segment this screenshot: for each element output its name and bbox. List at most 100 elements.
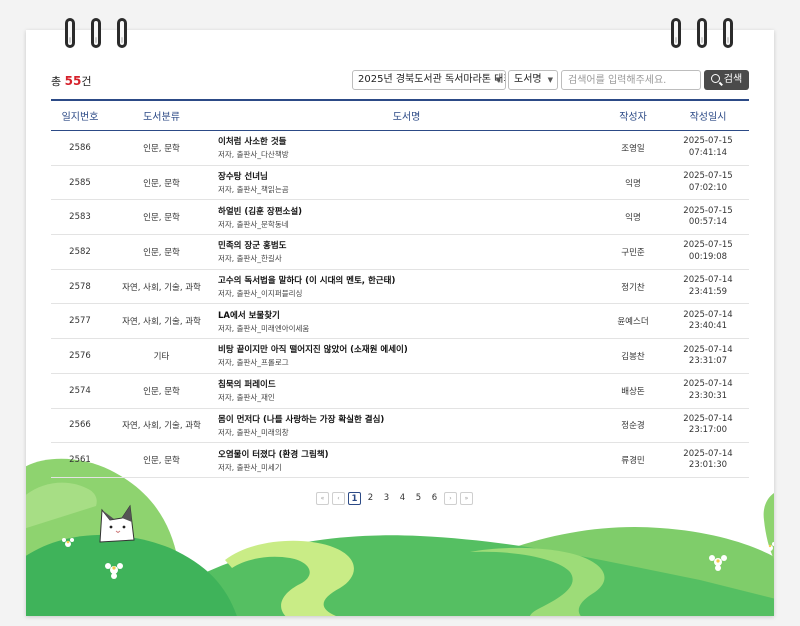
header-writer[interactable]: 작성자	[599, 99, 667, 131]
table-row[interactable]: 2577 자연, 사회, 기술, 과학 LA에서 보물찾기 저자, 출판사_미래엔아이…	[51, 303, 749, 340]
written-date: 2025-07-14	[683, 379, 733, 390]
header-category[interactable]: 도서분류	[109, 99, 214, 131]
header-date[interactable]: 작성일시	[667, 99, 749, 131]
book-cell[interactable]: 침묵의 퍼레이드저자, 출판사_재인	[214, 373, 599, 409]
written-date: 2025-07-14	[683, 275, 733, 286]
written-datetime: 2025-07-15 07:41:14	[667, 130, 749, 166]
total-suffix: 건	[81, 75, 92, 88]
written-time: 23:17:00	[688, 425, 728, 436]
table-header-row: 일지번호 도서분류 도서명 작성자 작성일시	[51, 99, 749, 131]
writer-name: 배상돈	[599, 373, 667, 409]
book-meta: 저자, 출판사_문학동네	[218, 219, 289, 229]
table-row[interactable]: 2585 인문, 문학 장수탕 선녀님 저자, 출판사_책읽는곰 익명 2025-07-1…	[51, 165, 749, 201]
written-datetime: 2025-07-14 23:01:30	[667, 442, 749, 478]
contest-select-value: 2025년 경북도서관 독서마라톤 대회	[358, 74, 506, 85]
written-date: 2025-07-14	[683, 413, 733, 424]
search-button[interactable]: 검색	[704, 70, 749, 90]
written-time: 23:41:59	[688, 286, 728, 297]
book-title-link[interactable]: LA에서 보물찾기	[218, 309, 599, 321]
calendar-ring-icon	[671, 18, 681, 48]
search-field-select[interactable]: 도서명 ▼	[508, 70, 558, 90]
book-cell[interactable]: 오염물이 터졌다 (환경 그림책) 저자, 출판사_미세기	[214, 442, 599, 478]
book-cell[interactable]: 몸이 먼저다 (나를 사랑하는 가장 확실한 결심) 저자, 출판사_미래의창	[214, 408, 599, 444]
book-meta: 저자, 출판사_재인	[218, 393, 275, 403]
calendar-ring-icon	[697, 18, 707, 48]
log-number: 2561	[51, 442, 109, 478]
book-cell[interactable]: 하얼빈 (김훈 장편소설) 저자, 출판사_문학동네	[214, 199, 599, 236]
book-category: 기타	[109, 338, 214, 374]
page-2-button[interactable]: 2	[364, 492, 377, 505]
contest-select[interactable]: 2025년 경북도서관 독서마라톤 대회 ▼	[352, 70, 506, 90]
book-category: 인문, 문학	[109, 130, 214, 166]
chevron-down-icon: ▼	[495, 76, 501, 84]
book-cell[interactable]: 고수의 독서법을 말하다 (이 시대의 멘토, 한근태) 저자, 출판사_이지퍼블…	[214, 269, 599, 305]
written-date: 2025-07-14	[683, 448, 733, 459]
written-time: 23:01:30	[688, 460, 728, 471]
next-page-button[interactable]: ›	[444, 492, 457, 505]
book-cell[interactable]: 장수탕 선녀님저자, 출판사_책읽는곰	[214, 165, 599, 201]
written-date: 2025-07-14	[683, 344, 733, 355]
book-title-link[interactable]: 비탕 끝이지만 아직 떨어지진 않았어 (소재원 에세이)	[218, 343, 599, 355]
page-4-button[interactable]: 4	[396, 492, 409, 505]
book-category: 자연, 사회, 기술, 과학	[109, 303, 214, 340]
writer-name: 정기찬	[599, 269, 667, 305]
page-1-button[interactable]: 1	[348, 492, 361, 505]
written-date: 2025-07-15	[683, 205, 733, 216]
table-row[interactable]: 2566 자연, 사회, 기술, 과학 몸이 먼저다 (나를 사랑하는 가장 확실한…	[51, 408, 749, 444]
log-number: 2576	[51, 338, 109, 374]
written-datetime: 2025-07-14 23:30:31	[667, 373, 749, 409]
book-title-link[interactable]: 이처럼 사소한 것들	[218, 135, 599, 147]
written-datetime: 2025-07-14 23:40:41	[667, 303, 749, 340]
prev-page-button[interactable]: ‹	[332, 492, 345, 505]
total-number: 55	[64, 74, 82, 88]
calendar-ring-icon	[91, 18, 101, 48]
search-icon	[710, 74, 720, 83]
page-3-button[interactable]: 3	[380, 492, 393, 505]
book-cell[interactable]: 민족의 장군 홍범도 저자, 출판사_한길사	[214, 234, 599, 270]
written-time: 23:30:31	[688, 390, 728, 401]
chevron-down-icon: ▼	[547, 76, 553, 84]
log-number: 2586	[51, 130, 109, 166]
table-row[interactable]: 2576 기타 비탕 끝이지만 아직 떨어지진 않았어 (소재원 에세이) 저자, 출…	[51, 338, 749, 374]
book-meta: 저자, 출판사_프롤로그	[218, 358, 289, 368]
table-row[interactable]: 2578 자연, 사회, 기술, 과학 고수의 독서법을 말하다 (이 시대의 멘토…	[51, 269, 749, 305]
book-cell[interactable]: 비탕 끝이지만 아직 떨어지진 않았어 (소재원 에세이) 저자, 출판사_프롤로…	[214, 338, 599, 374]
first-page-button[interactable]: «	[316, 492, 329, 505]
table-row[interactable]: 2582 인문, 문학 민족의 장군 홍범도 저자, 출판사_한길사 구민준 2025-0…	[51, 234, 749, 270]
book-title-link[interactable]: 몸이 먼저다 (나를 사랑하는 가장 확실한 결심)	[218, 413, 599, 425]
book-title-link[interactable]: 고수의 독서법을 말하다 (이 시대의 멘토, 한근태)	[218, 274, 599, 286]
book-title-link[interactable]: 오염물이 터졌다 (환경 그림책)	[218, 448, 599, 460]
log-number: 2574	[51, 373, 109, 409]
page-6-button[interactable]: 6	[428, 492, 441, 505]
header-book-title[interactable]: 도서명	[214, 99, 599, 131]
book-category: 자연, 사회, 기술, 과학	[109, 408, 214, 444]
reading-log-table: 일지번호 도서분류 도서명 작성자 작성일시 2586 인문, 문학 이처럼 사소한…	[51, 99, 749, 478]
written-time: 00:19:08	[688, 251, 728, 262]
writer-name: 윤예스더	[599, 303, 667, 340]
table-row[interactable]: 2583 인문, 문학 하얼빈 (김훈 장편소설) 저자, 출판사_문학동네 익명 202…	[51, 199, 749, 236]
book-cell[interactable]: LA에서 보물찾기 저자, 출판사_미래엔아이세움	[214, 303, 599, 340]
book-category: 인문, 문학	[109, 373, 214, 409]
written-datetime: 2025-07-15 00:19:08	[667, 234, 749, 270]
book-meta: 저자, 출판사_이지퍼블리싱	[218, 289, 303, 299]
writer-name: 익명	[599, 199, 667, 236]
book-meta: 저자, 출판사_다산책방	[218, 150, 289, 160]
search-input[interactable]	[561, 70, 701, 90]
book-meta: 저자, 출판사_책읽는곰	[218, 185, 289, 195]
last-page-button[interactable]: »	[460, 492, 473, 505]
table-row[interactable]: 2586 인문, 문학 이처럼 사소한 것들 저자, 출판사_다산책방 조영일 2025-…	[51, 130, 749, 166]
written-datetime: 2025-07-15 07:02:10	[667, 165, 749, 201]
header-log-number[interactable]: 일지번호	[51, 99, 109, 131]
book-title-link[interactable]: 장수탕 선녀님	[218, 170, 599, 182]
written-datetime: 2025-07-14 23:41:59	[667, 269, 749, 305]
written-date: 2025-07-14	[683, 309, 733, 320]
writer-name: 류경민	[599, 442, 667, 478]
log-number: 2582	[51, 234, 109, 270]
page-5-button[interactable]: 5	[412, 492, 425, 505]
table-row[interactable]: 2561 인문, 문학 오염물이 터졌다 (환경 그림책) 저자, 출판사_미세기 류경…	[51, 442, 749, 478]
book-title-link[interactable]: 침묵의 퍼레이드	[218, 378, 599, 390]
book-title-link[interactable]: 하얼빈 (김훈 장편소설)	[218, 205, 599, 217]
book-cell[interactable]: 이처럼 사소한 것들저자, 출판사_다산책방	[214, 130, 599, 166]
book-title-link[interactable]: 민족의 장군 홍범도	[218, 239, 599, 251]
table-row[interactable]: 2574 인문, 문학 침묵의 퍼레이드 저자, 출판사_재인 배상돈 2025-07-1…	[51, 373, 749, 409]
